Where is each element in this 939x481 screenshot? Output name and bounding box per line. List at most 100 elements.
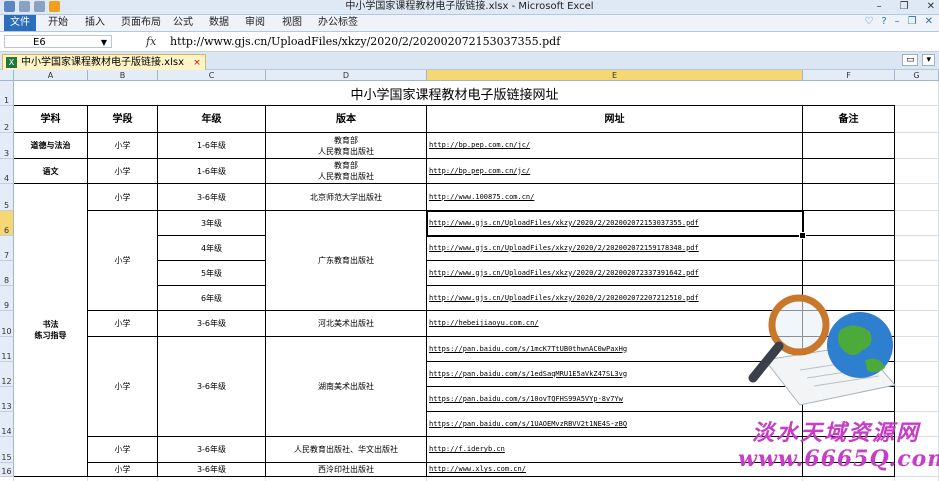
row-header-2[interactable]: 2 [0, 106, 14, 133]
tab-list-icon[interactable]: ▾ [922, 54, 935, 66]
row-header-12[interactable]: 12 [0, 362, 14, 387]
column-header-a[interactable]: A [14, 70, 88, 81]
formula-input[interactable]: http://www.gjs.cn/UploadFiles/xkzy/2020/… [170, 35, 560, 48]
tab-review[interactable]: 审阅 [245, 15, 265, 31]
chevron-down-icon[interactable]: ▼ [101, 36, 107, 49]
cell-stage[interactable]: 小学 [88, 133, 158, 159]
header-grade[interactable]: 年级 [158, 106, 266, 133]
row-header-8[interactable]: 8 [0, 261, 14, 286]
tab-formulas[interactable]: 公式 [173, 15, 193, 31]
cell-subject[interactable]: 书法 练习指导 [14, 184, 88, 477]
cell-stage[interactable]: 小学 [88, 463, 158, 477]
cell-stage[interactable]: 小学 [88, 211, 158, 311]
row-header-4[interactable]: 4 [0, 159, 14, 184]
cell-notes[interactable] [803, 261, 895, 286]
row-header-10[interactable]: 10 [0, 311, 14, 337]
help-icon[interactable]: ? [881, 16, 886, 27]
tab-data[interactable]: 数据 [209, 15, 229, 31]
column-header-f[interactable]: F [803, 70, 895, 81]
cell-url[interactable]: http://www.100875.com.cn/ [427, 184, 803, 211]
row-header-5[interactable]: 5 [0, 184, 14, 211]
cell-grade[interactable]: 3年级 [158, 211, 266, 236]
ribbon-close-icon[interactable]: ✕ [925, 16, 933, 27]
name-box[interactable]: E6 ▼ [4, 35, 112, 48]
cell-publisher[interactable]: 人民教育出版社、华文出版社 [266, 437, 427, 463]
header-notes[interactable]: 备注 [803, 106, 895, 133]
ribbon-minimize-icon[interactable]: – [895, 16, 900, 27]
row-header-13[interactable]: 13 [0, 387, 14, 412]
cell-stage[interactable]: 小学 [88, 337, 158, 437]
cell-notes[interactable] [803, 133, 895, 159]
workbook-tab[interactable]: X 中小学国家课程教材电子版链接.xlsx × [2, 54, 206, 70]
cell-subject[interactable]: 语文 [14, 159, 88, 184]
cell-notes[interactable] [803, 184, 895, 211]
row-header-9[interactable]: 9 [0, 286, 14, 311]
column-header-b[interactable]: B [88, 70, 158, 81]
column-header-d[interactable]: D [266, 70, 427, 81]
cell-publisher[interactable]: 湖南美术出版社 [266, 337, 427, 437]
cell-notes[interactable] [803, 159, 895, 184]
header-stage[interactable]: 学段 [88, 106, 158, 133]
cell-grade[interactable]: 1-6年级 [158, 159, 266, 184]
header-edition[interactable]: 版本 [266, 106, 427, 133]
cell-url[interactable]: http://bp.pep.com.cn/jc/ [427, 159, 803, 184]
ribbon-restore-icon[interactable]: ❐ [908, 16, 917, 27]
tab-page-layout[interactable]: 页面布局 [121, 15, 161, 31]
cell-stage[interactable]: 小学 [88, 184, 158, 211]
cell-grade[interactable]: 4年级 [158, 236, 266, 261]
cell-publisher[interactable]: 北京师范大学出版社 [266, 184, 427, 211]
cell-url[interactable]: http://www.gjs.cn/UploadFiles/xkzy/2020/… [427, 236, 803, 261]
cell-publisher[interactable]: 西泠印社出版社 [266, 463, 427, 477]
cell-grade[interactable]: 3-6年级 [158, 463, 266, 477]
new-document-icon[interactable]: ▭ [901, 54, 919, 66]
excel-file-icon: X [6, 57, 17, 68]
row-header-11[interactable]: 11 [0, 337, 14, 362]
row-header-14[interactable]: 14 [0, 412, 14, 437]
cell-grade[interactable]: 6年级 [158, 286, 266, 311]
header-url[interactable]: 网址 [427, 106, 803, 133]
row-header-1[interactable]: 1 [0, 81, 14, 106]
cell-url[interactable]: http://www.gjs.cn/UploadFiles/xkzy/2020/… [427, 211, 803, 236]
tab-insert[interactable]: 插入 [85, 15, 105, 31]
maximize-button[interactable]: ❐ [900, 0, 909, 14]
favorite-icon[interactable]: ♡ [864, 16, 873, 27]
row-header-6[interactable]: 6 [0, 211, 14, 236]
cell-publisher[interactable]: 广东教育出版社 [266, 211, 427, 311]
cell-stage[interactable]: 小学 [88, 311, 158, 337]
tab-view[interactable]: 视图 [282, 15, 302, 31]
row-header-16[interactable]: 16 [0, 463, 14, 477]
cell-grade[interactable]: 1-6年级 [158, 133, 266, 159]
column-header-e[interactable]: E [427, 70, 803, 81]
cell-notes[interactable] [803, 211, 895, 236]
function-icon[interactable]: fx [146, 35, 156, 48]
cell-url[interactable]: http://www.gjs.cn/UploadFiles/xkzy/2020/… [427, 261, 803, 286]
cell-publisher[interactable]: 教育部 人民教育出版社 [266, 159, 427, 184]
close-button[interactable]: ✕ [927, 0, 935, 14]
tab-file[interactable]: 文件 [4, 15, 36, 31]
cell-stage[interactable]: 小学 [88, 437, 158, 463]
tab-office-tab[interactable]: 办公标签 [318, 15, 358, 31]
select-all-corner[interactable] [0, 70, 14, 81]
row-header-15[interactable]: 15 [0, 437, 14, 463]
cell-notes[interactable] [803, 236, 895, 261]
column-header-g[interactable]: G [895, 70, 939, 81]
cell-grade[interactable]: 3-6年级 [158, 311, 266, 337]
column-header-c[interactable]: C [158, 70, 266, 81]
cell-stage[interactable]: 小学 [88, 159, 158, 184]
cell-url[interactable]: http://bp.pep.com.cn/jc/ [427, 133, 803, 159]
sheet-title[interactable]: 中小学国家课程教材电子版链接网址 [14, 81, 895, 106]
watermark-title: 淡水天域资源网 [751, 420, 920, 446]
row-header-7[interactable]: 7 [0, 236, 14, 261]
tab-home[interactable]: 开始 [48, 15, 68, 31]
cell-grade[interactable]: 3-6年级 [158, 437, 266, 463]
cell-grade[interactable]: 3-6年级 [158, 184, 266, 211]
header-subject[interactable]: 学科 [14, 106, 88, 133]
cell-grade[interactable]: 5年级 [158, 261, 266, 286]
cell-grade[interactable]: 3-6年级 [158, 337, 266, 437]
close-icon[interactable]: × [193, 58, 201, 68]
cell-subject[interactable]: 道德与法治 [14, 133, 88, 159]
cell-publisher[interactable]: 教育部 人民教育出版社 [266, 133, 427, 159]
minimize-button[interactable]: – [877, 0, 882, 14]
cell-publisher[interactable]: 河北美术出版社 [266, 311, 427, 337]
row-header-3[interactable]: 3 [0, 133, 14, 159]
